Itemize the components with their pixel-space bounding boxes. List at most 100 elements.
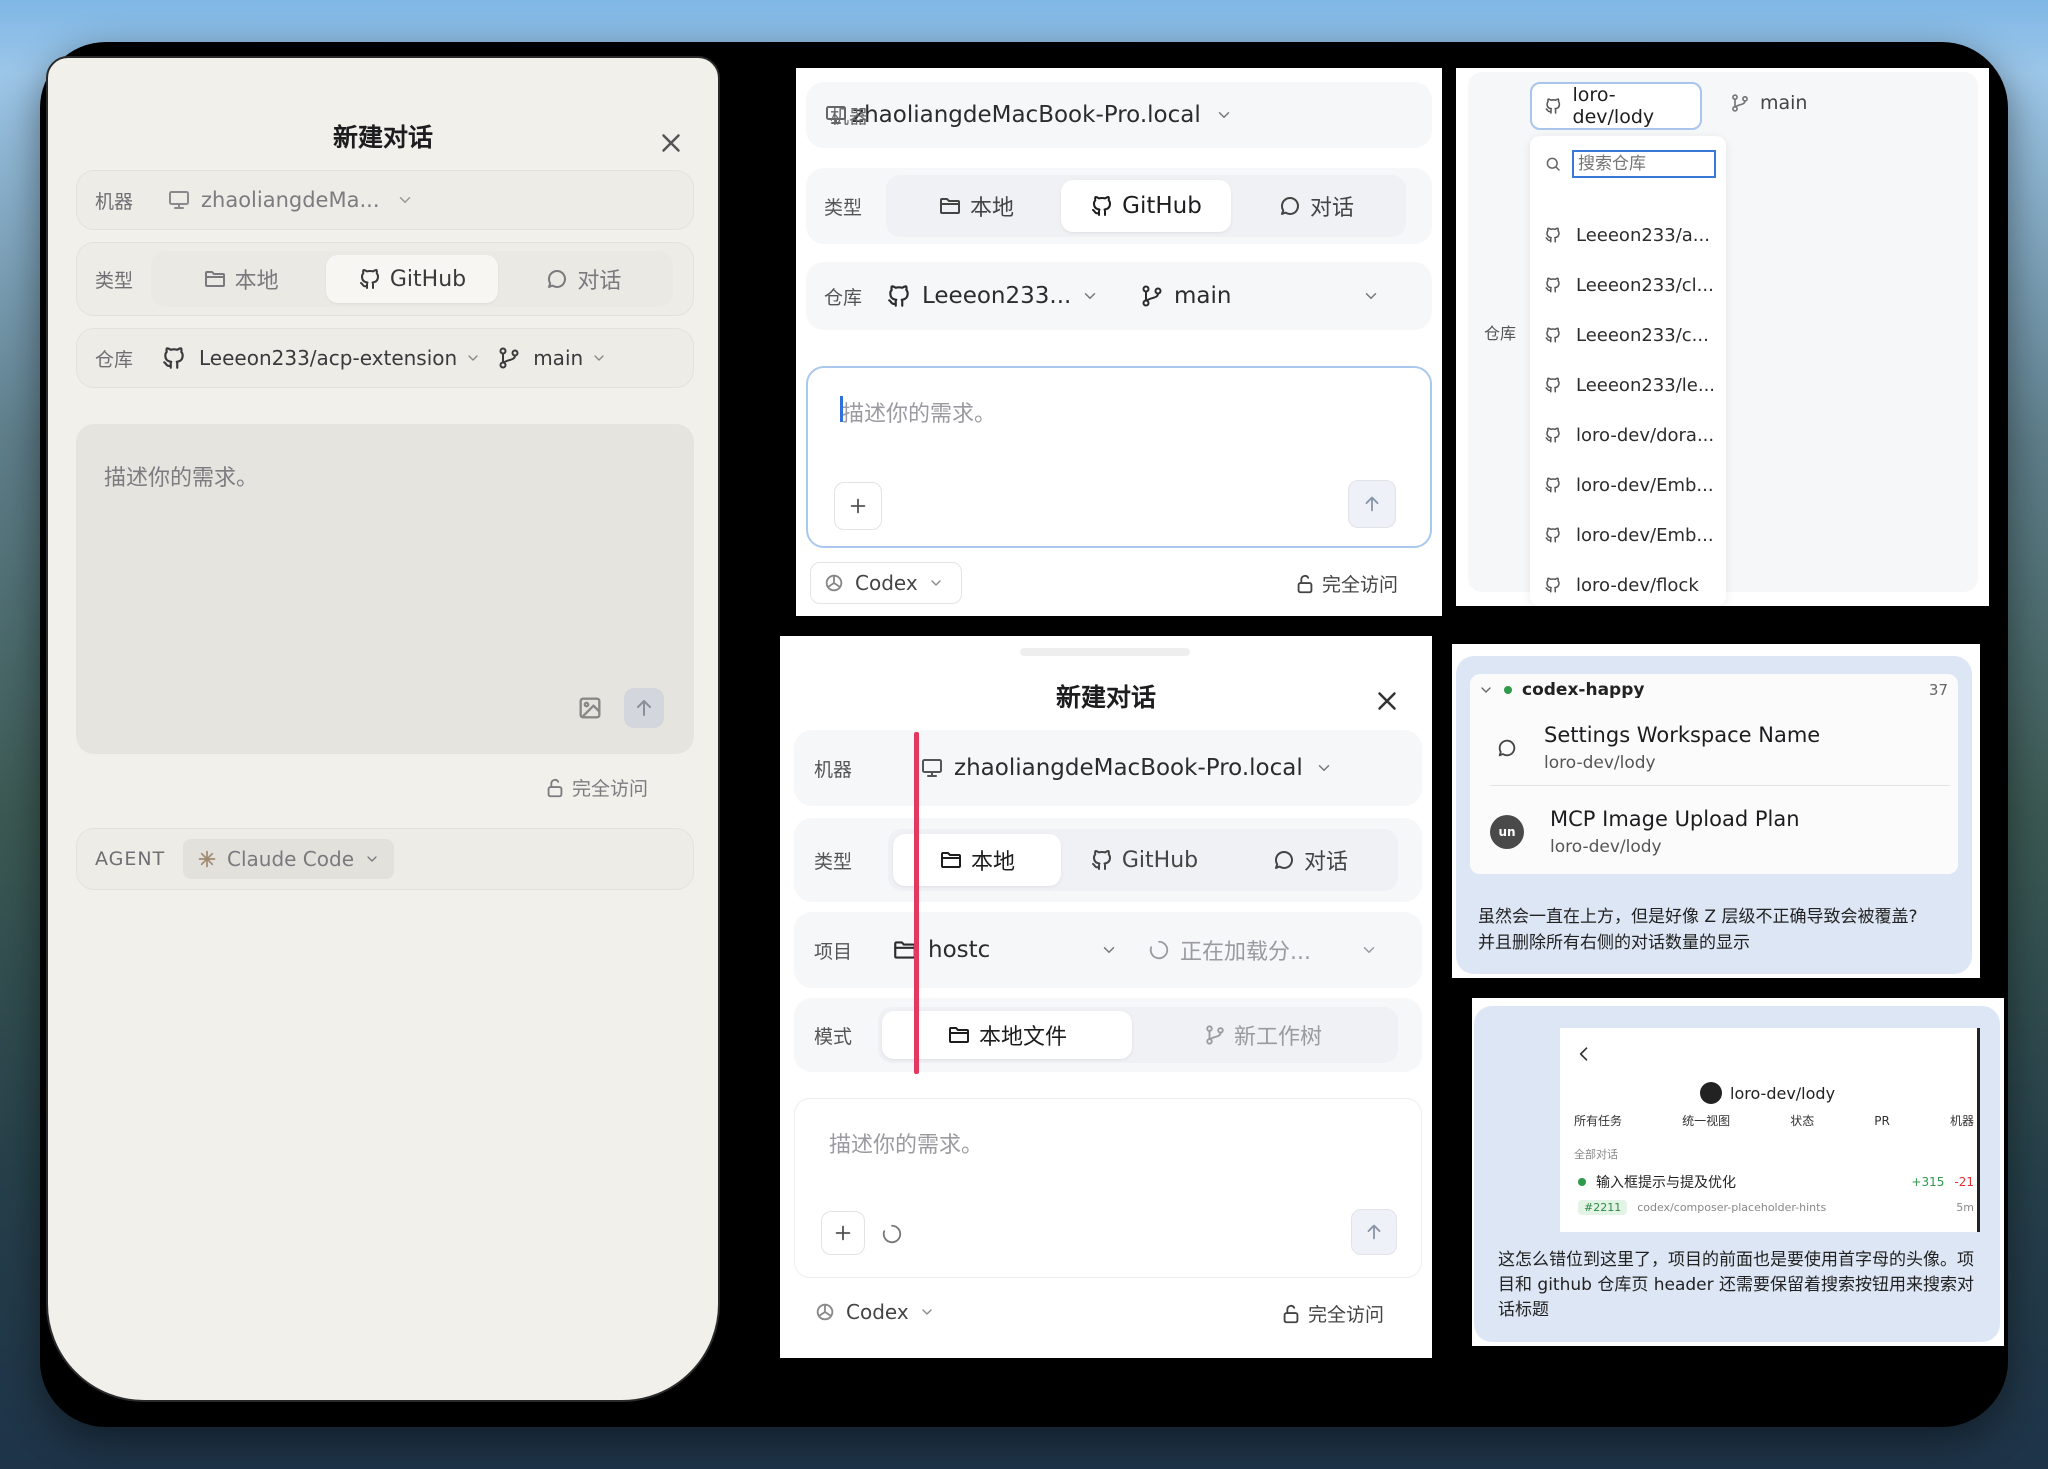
machine-value: zhaoliangdeMacBook-Pro.local — [954, 755, 1303, 781]
back-chevron-icon[interactable] — [1574, 1044, 1594, 1064]
access-toggle[interactable]: 完全访问 — [1294, 570, 1398, 597]
chevron-down-icon — [591, 350, 607, 366]
machine-row[interactable]: 机器 zhaoliangdeMacBook-Pro.local — [794, 730, 1422, 806]
close-icon[interactable] — [656, 128, 686, 158]
github-icon — [1544, 226, 1562, 244]
chevron-down-icon — [1081, 287, 1099, 305]
add-attachment-button[interactable] — [821, 1211, 865, 1255]
item-title: MCP Image Upload Plan — [1550, 807, 1800, 831]
agent-selector[interactable]: Codex — [814, 1300, 935, 1324]
type-github-tab[interactable]: GitHub — [326, 255, 498, 303]
project-label: 项目 — [814, 940, 853, 963]
type-chat-tab[interactable]: 对话 — [1227, 834, 1393, 886]
repo-list-item[interactable]: Leeeon233/le... — [1544, 360, 1724, 410]
repo-selector-open[interactable]: loro-dev/lody — [1530, 82, 1702, 130]
close-icon[interactable] — [1372, 686, 1402, 716]
agent-selector[interactable]: Codex — [810, 562, 962, 604]
send-button[interactable] — [1348, 480, 1396, 528]
agent-label: AGENT — [95, 848, 166, 870]
list-item[interactable]: Settings Workspace Name loro-dev/lody — [1490, 710, 1950, 786]
type-github-tab[interactable]: GitHub — [1061, 180, 1231, 232]
repo-list-item[interactable]: loro-dev/flock — [1544, 560, 1724, 606]
filter-status[interactable]: 状态 — [1790, 1112, 1814, 1129]
filter-pr[interactable]: PR — [1874, 1114, 1890, 1128]
prompt-input[interactable]: 描述你的需求。 — [794, 1098, 1422, 1278]
repo-list-item[interactable]: loro-dev/dora... — [1544, 410, 1724, 460]
sheet-title: 新建对话 — [332, 123, 433, 152]
github-icon — [1544, 276, 1562, 294]
filter-all-tasks[interactable]: 所有任务 — [1574, 1112, 1622, 1129]
type-label: 类型 — [814, 850, 853, 873]
prompt-input[interactable]: 描述你的需求。 — [806, 366, 1432, 548]
plus-icon — [847, 495, 869, 517]
branch-selector[interactable]: main — [1140, 283, 1380, 309]
branch-icon — [497, 346, 521, 370]
repo-list-item[interactable]: Leeeon233/cl... — [1544, 260, 1724, 310]
lock-icon — [1294, 573, 1316, 595]
project-selector[interactable]: hostc — [892, 937, 1118, 963]
status-dot — [1504, 686, 1512, 694]
type-label: 类型 — [824, 196, 863, 219]
machine-row[interactable]: 机器 zhaoliangdeMacBook-Pro.local — [806, 82, 1432, 148]
filter-machine[interactable]: 机器 — [1950, 1112, 1974, 1129]
send-button[interactable] — [1351, 1209, 1397, 1255]
list-item[interactable]: un MCP Image Upload Plan loro-dev/lody — [1490, 794, 1950, 870]
access-toggle[interactable]: 完全访问 — [544, 774, 648, 801]
github-icon — [161, 345, 187, 371]
repo-selector[interactable]: Leeeon233/acp-extension — [161, 345, 481, 371]
mode-worktree-tab[interactable]: 新工作树 — [1132, 1011, 1394, 1059]
repo-avatar-icon — [1700, 1082, 1722, 1104]
loading-spinner-icon — [881, 1223, 903, 1245]
repo-selector[interactable]: Leeeon233... — [886, 283, 1136, 309]
branch-icon — [1140, 284, 1164, 308]
search-icon — [1544, 155, 1562, 173]
branch-selector[interactable]: main — [497, 346, 607, 370]
branch-icon — [1204, 1024, 1226, 1046]
task-time: 5m — [1956, 1201, 1974, 1214]
task-row[interactable]: 输入框提示与提及优化 +315 -21 #2211 codex/composer… — [1574, 1172, 1974, 1215]
monitor-icon — [920, 756, 944, 780]
attach-image-icon[interactable] — [576, 694, 604, 722]
branch-selector[interactable]: main — [1730, 92, 1807, 114]
group-header[interactable]: codex-happy 37 — [1478, 680, 1948, 700]
type-github-tab[interactable]: GitHub — [1061, 834, 1227, 886]
repo-search-input[interactable] — [1572, 150, 1716, 178]
repo-list-item[interactable]: loro-dev/Emb... — [1544, 510, 1724, 560]
panel-github-compose: 机器 zhaoliangdeMacBook-Pro.local 类型 本地 Gi… — [796, 68, 1442, 616]
chat-icon — [1278, 194, 1302, 218]
mode-local-files-tab[interactable]: 本地文件 — [882, 1011, 1132, 1059]
type-chat-tab[interactable]: 对话 — [498, 255, 669, 303]
annotation-red-line — [914, 732, 919, 1074]
type-row: 类型 本地 GitHub 对话 — [806, 168, 1432, 244]
arrow-up-icon — [632, 696, 656, 720]
repo-list-item[interactable]: loro-dev/Emb... — [1544, 460, 1724, 510]
access-toggle[interactable]: 完全访问 — [1280, 1300, 1384, 1327]
monitor-icon — [167, 188, 191, 212]
send-button[interactable] — [624, 688, 664, 728]
add-attachment-button[interactable] — [834, 482, 882, 530]
mode-row: 模式 本地文件 新工作树 — [794, 998, 1422, 1072]
pr-badge[interactable]: #2211 — [1578, 1200, 1628, 1215]
machine-label: 机器 — [95, 190, 134, 213]
type-chat-tab[interactable]: 对话 — [1231, 180, 1401, 232]
agent-selector[interactable]: Claude Code — [183, 839, 395, 879]
machine-value: zhaoliangdeMa... — [201, 188, 380, 212]
chevron-down-icon — [396, 191, 414, 209]
type-local-tab[interactable]: 本地 — [155, 255, 326, 303]
github-icon — [358, 267, 382, 291]
type-local-tab[interactable]: 本地 — [891, 180, 1061, 232]
branch-loading-selector[interactable]: 正在加载分... — [1148, 934, 1378, 966]
codex-icon — [823, 572, 845, 594]
prompt-placeholder: 描述你的需求。 — [104, 466, 259, 491]
github-icon — [1544, 96, 1563, 116]
repo-list-item[interactable]: Leeeon233/a... — [1544, 210, 1724, 260]
prompt-placeholder: 描述你的需求。 — [829, 1133, 984, 1158]
repo-row: 仓库 Leeeon233/acp-extension main — [76, 328, 694, 388]
repo-list-item[interactable]: Leeeon233/c... — [1544, 310, 1724, 360]
github-icon — [1544, 526, 1562, 544]
prompt-placeholder: 描述你的需求。 — [842, 402, 997, 427]
prompt-input[interactable]: 描述你的需求。 — [76, 424, 694, 754]
filter-unified-view[interactable]: 统一视图 — [1682, 1112, 1730, 1129]
machine-row[interactable]: 机器 zhaoliangdeMa... — [76, 170, 694, 230]
type-label: 类型 — [95, 269, 134, 292]
